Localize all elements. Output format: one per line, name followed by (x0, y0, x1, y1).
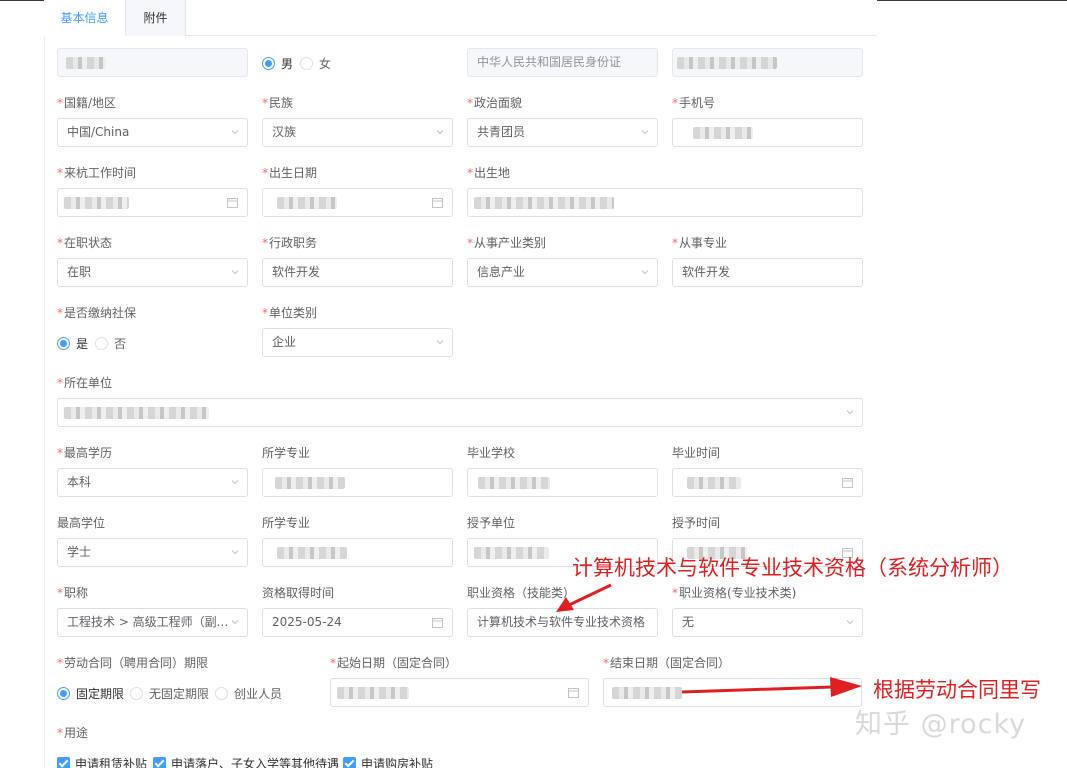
annotation-arrows (556, 583, 862, 697)
arrow-to-skill-cert (556, 583, 612, 612)
arrow-to-end-date (681, 677, 862, 697)
